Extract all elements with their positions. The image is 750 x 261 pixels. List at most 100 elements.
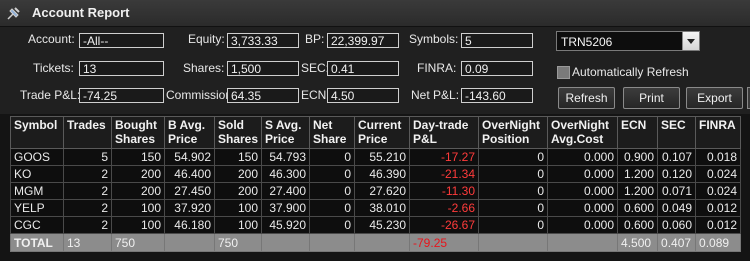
total-trades: 13 bbox=[63, 233, 112, 252]
cell-sec: 0.120 bbox=[657, 165, 697, 183]
total-finra: 0.089 bbox=[695, 233, 742, 252]
cell-net-share: 0 bbox=[309, 199, 356, 217]
finra-field[interactable]: 0.09 bbox=[461, 61, 533, 76]
cell-finra: 0.012 bbox=[695, 199, 742, 217]
cell-symbol: MGM bbox=[10, 182, 64, 200]
header-symbol[interactable]: Symbol bbox=[10, 116, 64, 149]
total-day-trade-pl: -79.25 bbox=[409, 233, 480, 252]
cell-current-price: 27.620 bbox=[354, 182, 411, 200]
cell-bought-shares: 150 bbox=[111, 148, 165, 166]
chevron-down-icon[interactable] bbox=[682, 32, 699, 50]
header-bought-shares[interactable]: Bought Shares bbox=[111, 116, 165, 149]
header-trades[interactable]: Trades bbox=[63, 116, 112, 149]
cell-finra: 0.024 bbox=[695, 182, 742, 200]
tickets-field[interactable]: 13 bbox=[79, 61, 164, 76]
bp-field[interactable]: 22,399.97 bbox=[327, 33, 399, 48]
cell-sold-shares: 150 bbox=[213, 148, 263, 166]
cell-sec: 0.071 bbox=[657, 182, 697, 200]
refresh-button[interactable]: Refresh bbox=[558, 87, 615, 109]
auto-refresh-checkbox[interactable] bbox=[557, 66, 570, 79]
cell-overnight-avg-cost: 0.000 bbox=[547, 182, 619, 200]
positions-grid: Symbol Trades Bought Shares B Avg. Price… bbox=[0, 114, 750, 261]
cell-bought-shares: 200 bbox=[111, 165, 165, 183]
cell-symbol: GOOS bbox=[10, 148, 64, 166]
commission-field[interactable]: 64.35 bbox=[227, 88, 299, 103]
equity-label: Equity: bbox=[188, 32, 225, 46]
cell-current-price: 38.010 bbox=[354, 199, 411, 217]
table-row[interactable]: GOOS 5 150 54.902 150 54.793 0 55.210 -1… bbox=[10, 148, 742, 166]
cell-sec: 0.049 bbox=[657, 199, 697, 217]
cell-ecn: 1.200 bbox=[617, 182, 659, 200]
print-button[interactable]: Print bbox=[623, 87, 680, 109]
table-row[interactable]: YELP 2 100 37.920 100 37.900 0 38.010 -2… bbox=[10, 199, 742, 217]
account-select[interactable]: TRN5206 bbox=[556, 31, 700, 51]
cell-s-avg-price: 46.300 bbox=[261, 165, 311, 183]
table-row[interactable]: KO 2 200 46.400 200 46.300 0 46.390 -21.… bbox=[10, 165, 742, 183]
total-overnight-position bbox=[478, 233, 549, 252]
cell-day-trade-pl: -11.30 bbox=[409, 182, 480, 200]
total-net-share bbox=[309, 233, 356, 252]
ecn-field[interactable]: 4.50 bbox=[327, 88, 399, 103]
header-overnight-avg-cost[interactable]: OverNight Avg.Cost bbox=[547, 116, 619, 149]
cell-overnight-position: 0 bbox=[478, 148, 549, 166]
table-header: Symbol Trades Bought Shares B Avg. Price… bbox=[10, 116, 742, 149]
cell-overnight-avg-cost: 0.000 bbox=[547, 148, 619, 166]
cell-s-avg-price: 27.400 bbox=[261, 182, 311, 200]
symbols-field[interactable]: 5 bbox=[461, 33, 533, 48]
cell-overnight-position: 0 bbox=[478, 216, 549, 234]
sec-field[interactable]: 0.41 bbox=[327, 61, 399, 76]
cell-finra: 0.012 bbox=[695, 216, 742, 234]
table-body: GOOS 5 150 54.902 150 54.793 0 55.210 -1… bbox=[10, 148, 742, 252]
account-field[interactable]: -All-- bbox=[79, 33, 164, 48]
cell-bought-shares: 100 bbox=[111, 216, 165, 234]
cell-overnight-avg-cost: 0.000 bbox=[547, 216, 619, 234]
header-net-share[interactable]: Net Share bbox=[309, 116, 356, 149]
header-b-avg-price[interactable]: B Avg. Price bbox=[164, 116, 215, 149]
cell-sold-shares: 200 bbox=[213, 165, 263, 183]
shares-field[interactable]: 1,500 bbox=[227, 61, 299, 76]
export-button[interactable]: Export bbox=[686, 87, 743, 109]
window-title: Account Report bbox=[32, 5, 130, 20]
cell-current-price: 45.230 bbox=[354, 216, 411, 234]
cell-bought-shares: 200 bbox=[111, 182, 165, 200]
cell-current-price: 46.390 bbox=[354, 165, 411, 183]
cell-ecn: 1.200 bbox=[617, 165, 659, 183]
cell-trades: 5 bbox=[63, 148, 112, 166]
finra-label: FINRA: bbox=[417, 61, 457, 75]
total-sold-shares: 750 bbox=[213, 233, 263, 252]
pin-icon[interactable] bbox=[6, 5, 22, 21]
header-sold-shares[interactable]: Sold Shares bbox=[213, 116, 263, 149]
header-overnight-position[interactable]: OverNight Position bbox=[478, 116, 549, 149]
cell-s-avg-price: 45.920 bbox=[261, 216, 311, 234]
auto-refresh-label[interactable]: Automatically Refresh bbox=[572, 65, 689, 79]
cell-sold-shares: 100 bbox=[213, 216, 263, 234]
cell-finra: 0.024 bbox=[695, 165, 742, 183]
cell-overnight-avg-cost: 0.000 bbox=[547, 199, 619, 217]
cell-trades: 2 bbox=[63, 216, 112, 234]
cell-symbol: KO bbox=[10, 165, 64, 183]
sec-label: SEC: bbox=[301, 61, 330, 75]
cell-day-trade-pl: -17.27 bbox=[409, 148, 480, 166]
net-pl-field[interactable]: -143.60 bbox=[461, 88, 533, 103]
cell-b-avg-price: 46.180 bbox=[164, 216, 215, 234]
cell-s-avg-price: 54.793 bbox=[261, 148, 311, 166]
cell-day-trade-pl: -21.34 bbox=[409, 165, 480, 183]
total-current-price bbox=[354, 233, 411, 252]
cell-sec: 0.060 bbox=[657, 216, 697, 234]
header-ecn[interactable]: ECN bbox=[617, 116, 659, 149]
header-day-trade-pl[interactable]: Day-trade P&L bbox=[409, 116, 480, 149]
bp-label: BP: bbox=[305, 32, 325, 46]
account-select-value: TRN5206 bbox=[561, 35, 613, 49]
cell-net-share: 0 bbox=[309, 216, 356, 234]
header-sec[interactable]: SEC bbox=[657, 116, 697, 149]
table-row[interactable]: CGC 2 100 46.180 100 45.920 0 45.230 -26… bbox=[10, 216, 742, 234]
equity-field[interactable]: 3,733.33 bbox=[227, 33, 299, 48]
header-current-price[interactable]: Current Price bbox=[354, 116, 411, 149]
trade-pl-field[interactable]: -74.25 bbox=[79, 88, 164, 103]
header-finra[interactable]: FINRA bbox=[695, 116, 742, 149]
total-overnight-avg-cost bbox=[547, 233, 619, 252]
cell-day-trade-pl: -2.66 bbox=[409, 199, 480, 217]
table-row[interactable]: MGM 2 200 27.450 200 27.400 0 27.620 -11… bbox=[10, 182, 742, 200]
header-s-avg-price[interactable]: S Avg. Price bbox=[261, 116, 311, 149]
cell-net-share: 0 bbox=[309, 182, 356, 200]
